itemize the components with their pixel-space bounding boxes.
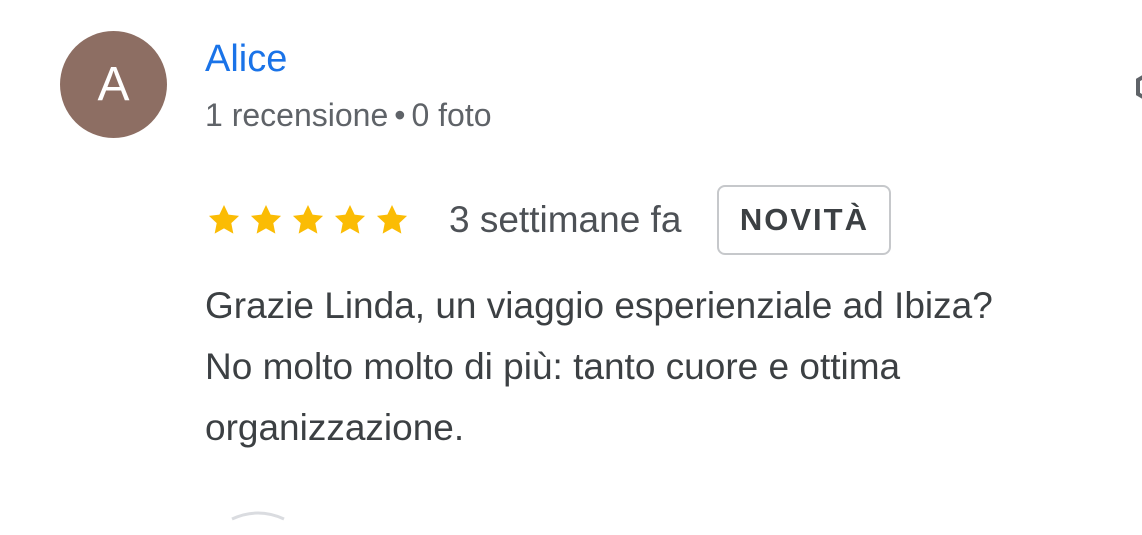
author-name[interactable]: Alice <box>205 36 287 82</box>
new-badge: NOVITÀ <box>717 185 892 255</box>
star-icon <box>376 204 408 234</box>
more-options-icon[interactable] <box>1128 66 1142 110</box>
photos-count: 0 foto <box>411 97 492 133</box>
review-time: 3 settimane fa <box>449 199 682 240</box>
partial-icon <box>231 511 285 521</box>
review-text-line: No molto molto di più: tanto cuore e ott… <box>205 346 901 387</box>
star-icon <box>334 204 366 234</box>
star-icon <box>292 204 324 234</box>
separator-dot: • <box>394 97 406 133</box>
star-icon <box>250 204 282 234</box>
review-text-line: Grazie Linda, un viaggio esperienziale a… <box>205 285 993 326</box>
avatar[interactable]: A <box>60 31 167 138</box>
reviews-count: 1 recensione <box>205 97 389 133</box>
rating-row: 3 settimane fa NOVITÀ <box>205 183 892 257</box>
star-rating <box>205 200 411 240</box>
review-text: Grazie Linda, un viaggio esperienziale a… <box>205 275 1135 458</box>
star-icon <box>208 204 240 234</box>
review-text-line: organizzazione. <box>205 407 465 448</box>
author-stats: 1 recensione • 0 foto <box>205 95 492 135</box>
